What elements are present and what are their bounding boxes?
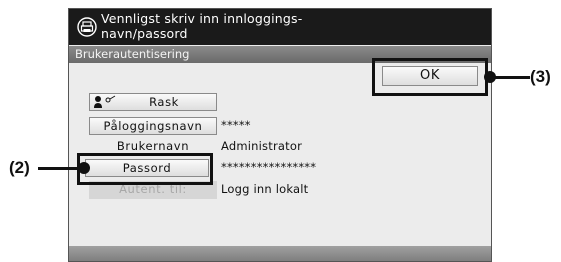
login-dialog: Vennligst skriv inn innloggings- navn/pa… (68, 8, 492, 262)
login-name-button[interactable]: Påloggingsnavn (89, 117, 217, 135)
callout-3-label: (3) (530, 67, 551, 86)
password-highlight-frame (77, 153, 213, 185)
ok-button-label: OK (420, 68, 440, 83)
login-name-button-label: Påloggingsnavn (103, 119, 203, 133)
user-name-value: Administrator (221, 139, 302, 153)
quick-button[interactable]: Rask (89, 93, 217, 111)
user-key-icon (94, 95, 116, 108)
callout-2-line (38, 167, 82, 170)
bottom-bar (69, 246, 491, 261)
title-line-1: Vennligst skriv inn innloggings- (101, 11, 303, 26)
callout-3-line (490, 76, 530, 79)
login-name-value: ***** (221, 118, 251, 132)
callout-3-dot (484, 71, 496, 83)
ok-button[interactable]: OK (382, 66, 478, 86)
quick-button-label: Rask (149, 95, 179, 109)
callout-2-dot (78, 162, 90, 174)
printer-icon (77, 17, 97, 37)
user-name-button-label: Brukernavn (116, 139, 190, 153)
title-line-2: navn/passord (101, 26, 188, 41)
title-bar: Vennligst skriv inn innloggings- navn/pa… (69, 9, 491, 45)
callout-2-label: (2) (9, 158, 30, 177)
dialog-title: Vennligst skriv inn innloggings- navn/pa… (101, 11, 401, 41)
auth-to-value: Logg inn lokalt (221, 182, 309, 196)
password-value: **************** (221, 160, 317, 174)
